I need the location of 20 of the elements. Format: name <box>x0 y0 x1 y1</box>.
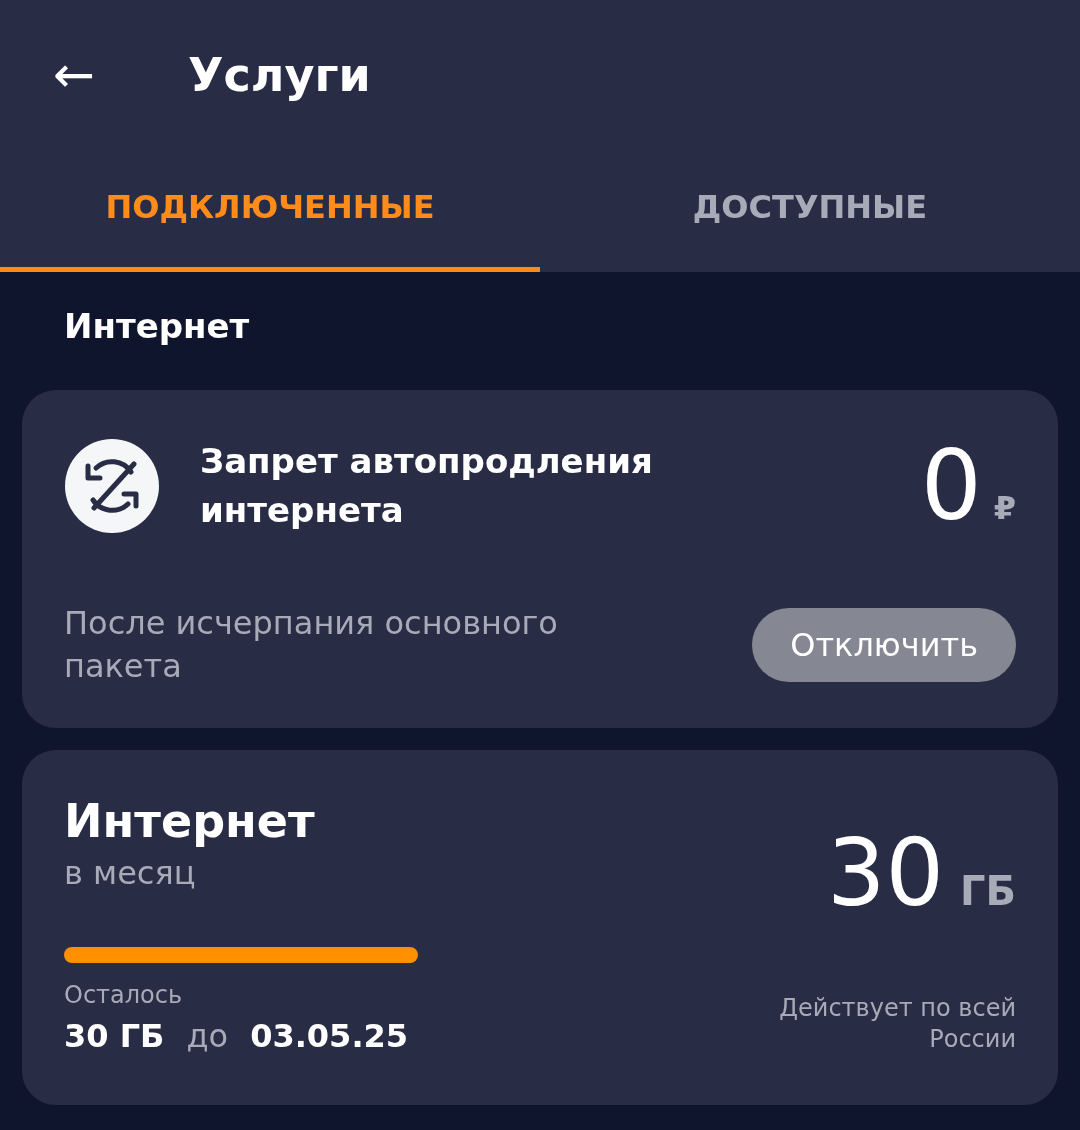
back-button[interactable]: ← <box>44 50 104 100</box>
package-name: Интернет <box>64 794 315 849</box>
until-label: до <box>186 1017 229 1056</box>
expiry-date: 03.05.25 <box>250 1017 409 1056</box>
tab[interactable]: ДОСТУПНЫЕ <box>540 150 1080 272</box>
coverage-note: Действует по всей России <box>778 993 1016 1056</box>
package-amount: 30 <box>826 820 944 928</box>
package-unit: ГБ <box>960 868 1016 915</box>
disable-button[interactable]: Отключить <box>752 608 1016 683</box>
section-title: Интернет <box>64 306 251 346</box>
service-description: После исчерпания основного пакета <box>64 603 559 688</box>
currency-sign: ₽ <box>993 489 1016 527</box>
sync-off-icon <box>64 438 160 534</box>
package-period: в месяц <box>64 854 197 893</box>
service-name: Запрет автопродления интернета <box>200 439 654 532</box>
price-value: 0 <box>920 430 982 542</box>
screen-title: Услуги <box>188 48 371 102</box>
remaining-label: Осталось <box>64 981 184 1010</box>
remaining-value: 30 ГБ <box>64 1017 165 1056</box>
tab[interactable]: ПОДКЛЮЧЕННЫЕ <box>0 150 540 272</box>
